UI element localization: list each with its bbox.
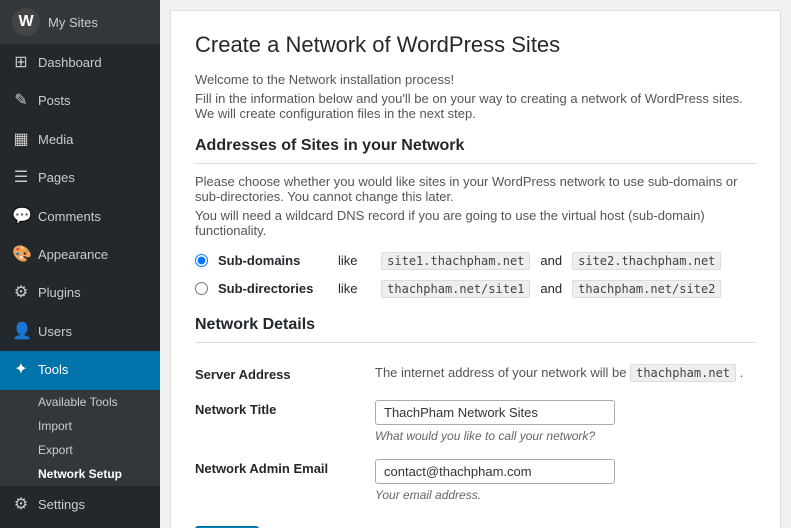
sidebar-logo-text: My Sites — [48, 15, 98, 30]
subdomains-option: Sub-domains like site1.thachpham.net and… — [195, 252, 756, 270]
subdomains-example-prefix: like — [338, 253, 358, 268]
sidebar-item-plugins[interactable]: ⚙ Plugins — [0, 274, 160, 312]
sidebar: W My Sites ⊞ Dashboard ✎ Posts ▦ Media ☰… — [0, 0, 160, 528]
sidebar-item-label: Users — [38, 323, 72, 341]
subdomains-radio[interactable] — [195, 254, 208, 267]
users-icon: 👤 — [12, 321, 30, 343]
main-inner: Create a Network of WordPress Sites Welc… — [170, 10, 781, 528]
addresses-dns-note: You will need a wildcard DNS record if y… — [195, 208, 756, 238]
sidebar-item-label: Pages — [38, 169, 75, 187]
admin-email-hint: Your email address. — [375, 488, 756, 502]
network-details-table: Server Address The internet address of y… — [195, 357, 756, 510]
sidebar-item-comments[interactable]: 💬 Comments — [0, 198, 160, 236]
sidebar-item-label: Posts — [38, 92, 71, 110]
network-title-label: Network Title — [195, 392, 375, 451]
comments-icon: 💬 — [12, 206, 30, 228]
sidebar-item-dashboard[interactable]: ⊞ Dashboard — [0, 44, 160, 82]
sidebar-subitem-available-tools[interactable]: Available Tools — [0, 390, 160, 414]
pages-icon: ☰ — [12, 167, 30, 189]
addresses-section-title: Addresses of Sites in your Network — [195, 137, 756, 164]
sidebar-item-tools[interactable]: ✦ Tools — [0, 351, 160, 389]
sidebar-subitem-export[interactable]: Export — [0, 438, 160, 462]
sidebar-subitem-import[interactable]: Import — [0, 414, 160, 438]
sidebar-logo: W My Sites — [0, 0, 160, 44]
network-title-hint: What would you like to call your network… — [375, 429, 756, 443]
subdomains-example1: site1.thachpham.net — [381, 252, 530, 270]
admin-email-label: Network Admin Email — [195, 451, 375, 510]
sidebar-item-label: Appearance — [38, 246, 108, 264]
sidebar-item-appearance[interactable]: 🎨 Appearance — [0, 236, 160, 274]
intro-line2: Fill in the information below and you'll… — [195, 91, 756, 121]
tools-icon: ✦ — [12, 359, 30, 381]
dashboard-icon: ⊞ — [12, 52, 30, 74]
wp-icon: W — [12, 8, 40, 36]
subdirectories-sep: and — [540, 281, 562, 296]
subdirectories-label: Sub-directories — [218, 281, 328, 296]
server-address-suffix: . — [740, 365, 744, 380]
sidebar-item-label: Settings — [38, 496, 85, 514]
sidebar-subitem-network-setup[interactable]: Network Setup — [0, 462, 160, 486]
subdomains-sep: and — [540, 253, 562, 268]
page-title: Create a Network of WordPress Sites — [195, 31, 756, 60]
subdirectories-example1: thachpham.net/site1 — [381, 280, 530, 298]
sidebar-item-posts[interactable]: ✎ Posts — [0, 82, 160, 120]
network-title-cell: What would you like to call your network… — [375, 392, 756, 451]
settings-icon: ⚙ — [12, 494, 30, 516]
admin-email-input[interactable] — [375, 459, 615, 484]
sidebar-item-label: Plugins — [38, 284, 81, 302]
sidebar-item-label: Tools — [38, 361, 68, 379]
server-address-row: Server Address The internet address of y… — [195, 357, 756, 392]
sidebar-item-settings[interactable]: ⚙ Settings — [0, 486, 160, 524]
media-icon: ▦ — [12, 129, 30, 151]
network-title-row: Network Title What would you like to cal… — [195, 392, 756, 451]
addresses-desc: Please choose whether you would like sit… — [195, 174, 756, 204]
subdirectories-radio[interactable] — [195, 282, 208, 295]
sidebar-item-label: Comments — [38, 208, 101, 226]
sidebar-item-users[interactable]: 👤 Users — [0, 313, 160, 351]
admin-email-cell: Your email address. — [375, 451, 756, 510]
subdomains-label: Sub-domains — [218, 253, 328, 268]
server-address-label: Server Address — [195, 357, 375, 392]
sidebar-item-media[interactable]: ▦ Media — [0, 121, 160, 159]
network-details-title: Network Details — [195, 316, 756, 343]
server-address-prefix: The internet address of your network wil… — [375, 365, 626, 380]
subdirectories-example2: thachpham.net/site2 — [572, 280, 721, 298]
server-address-value: thachpham.net — [630, 364, 736, 382]
sidebar-item-label: Media — [38, 131, 73, 149]
appearance-icon: 🎨 — [12, 244, 30, 266]
posts-icon: ✎ — [12, 90, 30, 112]
sidebar-item-label: Dashboard — [38, 54, 102, 72]
collapse-menu[interactable]: ◀ Collapse menu — [0, 524, 160, 528]
sidebar-item-pages[interactable]: ☰ Pages — [0, 159, 160, 197]
subdirectories-option: Sub-directories like thachpham.net/site1… — [195, 280, 756, 298]
server-address-cell: The internet address of your network wil… — [375, 357, 756, 392]
admin-email-row: Network Admin Email Your email address. — [195, 451, 756, 510]
subdirectories-example-prefix: like — [338, 281, 358, 296]
network-title-input[interactable] — [375, 400, 615, 425]
tools-submenu: Available Tools Import Export Network Se… — [0, 390, 160, 486]
plugins-icon: ⚙ — [12, 282, 30, 304]
main-content: Create a Network of WordPress Sites Welc… — [160, 0, 791, 528]
subdomains-example2: site2.thachpham.net — [572, 252, 721, 270]
intro-line1: Welcome to the Network installation proc… — [195, 72, 756, 87]
